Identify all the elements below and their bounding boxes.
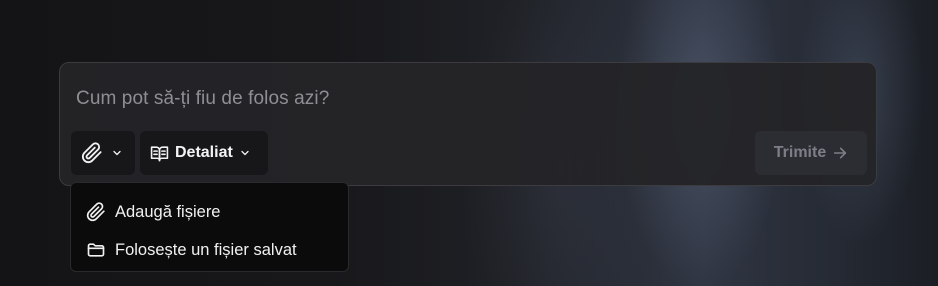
response-mode-label: Detaliat	[175, 144, 233, 161]
folder-icon	[86, 240, 106, 260]
chat-composer: Cum pot să-ți fiu de folos azi? Detaliat	[59, 62, 877, 186]
chevron-down-icon	[239, 147, 251, 159]
attach-dropdown-menu: Adaugă fișiere Folosește un fișier salva…	[70, 182, 349, 272]
menu-item-add-files[interactable]: Adaugă fișiere	[71, 193, 348, 231]
paperclip-icon	[86, 202, 106, 222]
send-button-label: Trimite	[773, 144, 827, 161]
prompt-input[interactable]: Cum pot să-ți fiu de folos azi?	[76, 88, 329, 110]
send-button[interactable]: Trimite	[755, 131, 867, 175]
arrow-right-icon	[832, 145, 848, 161]
menu-item-label: Folosește un fișier salvat	[115, 240, 297, 259]
book-open-icon	[150, 144, 169, 163]
menu-item-use-saved-file[interactable]: Folosește un fișier salvat	[71, 231, 348, 269]
attach-button[interactable]	[71, 131, 135, 175]
response-mode-dropdown[interactable]: Detaliat	[140, 131, 268, 175]
menu-item-label: Adaugă fișiere	[115, 202, 221, 221]
chevron-down-icon	[111, 147, 123, 159]
paperclip-icon	[81, 142, 103, 164]
